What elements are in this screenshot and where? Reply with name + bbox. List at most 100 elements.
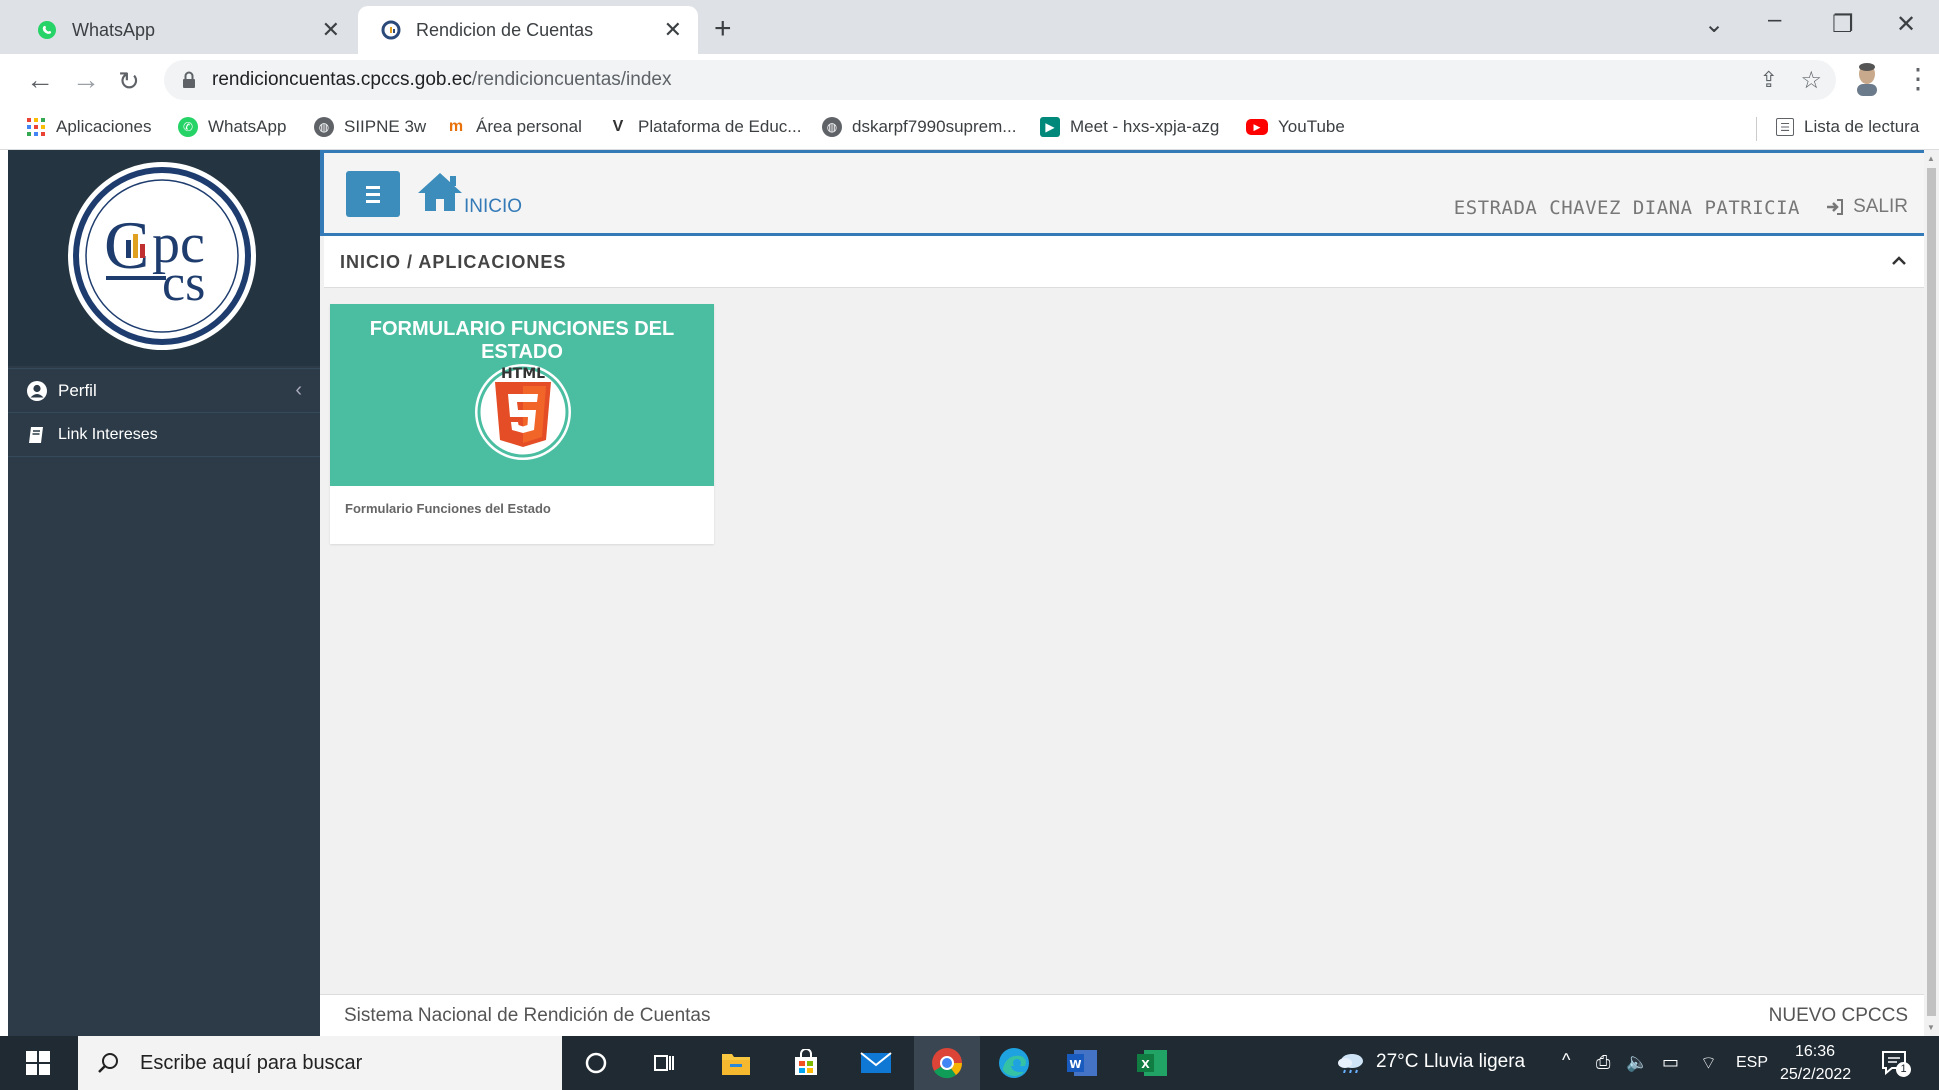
apps-grid-icon (27, 118, 45, 136)
breadcrumb-bar: INICIO / APLICACIONES (324, 236, 1928, 288)
weather-text: 27°C Lluvia ligera (1376, 1051, 1526, 1072)
page-footer: Sistema Nacional de Rendición de Cuentas… (320, 994, 1932, 1036)
logout-button[interactable]: SALIR (1825, 196, 1908, 218)
cortana-icon[interactable] (576, 1043, 616, 1083)
notification-badge: 1 (1896, 1062, 1911, 1077)
svg-text:W: W (1069, 1058, 1081, 1071)
globe-icon: ◍ (822, 117, 842, 137)
sign-out-icon (1827, 199, 1844, 215)
cpccs-logo[interactable]: C pc cs (66, 160, 258, 352)
page-scrollbar[interactable]: ▲ ▼ (1924, 150, 1939, 1036)
scroll-up-icon[interactable]: ▲ (1927, 154, 1935, 163)
bookmarks-bar: Aplicaciones ✆ WhatsApp ◍ SIIPNE 3w m Ár… (0, 106, 1939, 150)
chevron-up-icon[interactable] (1890, 252, 1908, 270)
forward-icon[interactable]: → (72, 64, 100, 96)
task-view-icon[interactable] (644, 1043, 684, 1083)
whatsapp-icon: ✆ (178, 117, 198, 137)
bookmark-apps[interactable]: Aplicaciones (26, 117, 151, 137)
svg-text:X: X (1141, 1058, 1150, 1071)
restore-icon[interactable]: ❐ (1832, 10, 1854, 39)
volume-icon[interactable]: 🔈 (1626, 1052, 1648, 1073)
app-page: C pc cs Perfil ‹ Link Intereses (8, 150, 1938, 1036)
footer-brand: NUEVO CPCCS (1768, 1005, 1908, 1026)
weather-widget[interactable]: 27°C Lluvia ligera (1336, 1051, 1525, 1073)
share-icon[interactable]: ⇪ (1760, 67, 1778, 93)
user-name: ESTRADA CHAVEZ DIANA PATRICIA (1453, 197, 1800, 219)
browser-menu-icon[interactable]: ⋮ (1904, 62, 1932, 95)
tab-search-icon[interactable]: ⌄ (1704, 10, 1724, 39)
tab-whatsapp[interactable]: WhatsApp ✕ (14, 6, 356, 54)
top-header: INICIO ESTRADA CHAVEZ DIANA PATRICIA SAL… (320, 150, 1932, 236)
clock-date: 25/2/2022 (1780, 1066, 1852, 1083)
file-explorer-icon[interactable] (716, 1043, 756, 1083)
bookmark-plataforma[interactable]: V Plataforma de Educ... (608, 117, 802, 137)
inicio-link[interactable]: INICIO (464, 196, 522, 218)
bookmark-label: SIIPNE 3w (344, 117, 427, 136)
window-close-icon[interactable]: ✕ (1896, 10, 1916, 39)
chrome-taskbar-icon[interactable] (914, 1036, 980, 1090)
tab-title: Rendicion de Cuentas (416, 19, 594, 40)
bookmark-star-icon[interactable]: ☆ (1800, 66, 1822, 95)
card-title: FORMULARIO FUNCIONES DEL ESTADO (369, 318, 675, 363)
bookmark-youtube[interactable]: ▶ YouTube (1246, 117, 1345, 137)
html5-icon: HTML (475, 364, 571, 460)
bookmark-label: Meet - hxs-xpja-azg (1070, 117, 1220, 136)
reload-icon[interactable]: ↻ (118, 66, 140, 97)
sidebar-item-link-intereses[interactable]: Link Intereses (8, 412, 320, 456)
url-host: rendicioncuentas.cpccs.gob.ec (212, 69, 472, 90)
close-tab-icon[interactable]: ✕ (664, 17, 682, 43)
taskbar-search-box[interactable]: Escribe aquí para buscar (78, 1036, 562, 1090)
bookmark-whatsapp[interactable]: ✆ WhatsApp (178, 117, 286, 137)
new-tab-button[interactable]: + (714, 12, 732, 46)
sidebar-item-label: Perfil (58, 380, 97, 400)
url-path: /rendicioncuentas/index (471, 69, 672, 90)
bookmark-label: WhatsApp (208, 117, 287, 136)
hamburger-menu-button[interactable] (346, 171, 400, 217)
search-placeholder: Escribe aquí para buscar (140, 1051, 363, 1074)
url-text: rendicioncuentas.cpccs.gob.ec/rendicionc… (212, 69, 671, 91)
wifi-icon[interactable]: ⌔ (1700, 1052, 1717, 1075)
microsoft-store-icon[interactable] (786, 1043, 826, 1083)
excel-icon[interactable]: X (1132, 1043, 1172, 1083)
bookmark-label: Plataforma de Educ... (638, 117, 802, 136)
bookmark-label: Área personal (476, 117, 582, 136)
back-icon[interactable]: ← (26, 64, 54, 96)
home-icon[interactable] (416, 171, 464, 213)
app-card-formulario[interactable]: FORMULARIO FUNCIONES DEL ESTADO HTML For… (330, 304, 714, 544)
scroll-down-icon[interactable]: ▼ (1927, 1023, 1935, 1032)
taskbar-clock[interactable]: 16:36 25/2/2022 (1780, 1040, 1852, 1086)
browser-nav-bar: ← → ↻ rendicioncuentas.cpccs.gob.ec/rend… (0, 54, 1939, 106)
reading-list-button[interactable]: ☰ Lista de lectura (1776, 117, 1919, 137)
bookmark-siipne[interactable]: ◍ SIIPNE 3w (314, 117, 426, 137)
cpccs-favicon-icon (380, 19, 402, 41)
clock-time: 16:36 (1794, 1043, 1836, 1060)
language-indicator[interactable]: ESP (1736, 1054, 1768, 1072)
breadcrumb: INICIO / APLICACIONES (340, 252, 567, 272)
battery-icon[interactable]: ▭ (1662, 1052, 1679, 1073)
minimize-icon[interactable]: – (1768, 6, 1781, 34)
mail-icon[interactable] (856, 1043, 896, 1083)
main-content: INICIO ESTRADA CHAVEZ DIANA PATRICIA SAL… (320, 150, 1932, 1036)
chevron-left-icon[interactable]: ‹ (295, 379, 302, 402)
tab-rendicion[interactable]: Rendicion de Cuentas ✕ (358, 6, 698, 54)
rain-cloud-icon (1338, 1054, 1363, 1073)
close-tab-icon[interactable]: ✕ (322, 17, 340, 43)
logout-label: SALIR (1853, 196, 1908, 217)
profile-avatar[interactable] (1852, 62, 1882, 96)
lock-icon (183, 71, 195, 88)
address-bar[interactable]: rendicioncuentas.cpccs.gob.ec/rendicionc… (164, 60, 1836, 100)
notifications-button[interactable]: 1 (1880, 1048, 1911, 1078)
bookmark-area-personal[interactable]: m Área personal (446, 117, 582, 137)
card-description: Formulario Funciones del Estado (345, 501, 551, 516)
sidebar-item-perfil[interactable]: Perfil ‹ (8, 368, 320, 412)
device-icon[interactable]: ⎙ (1596, 1052, 1610, 1073)
windows-start-icon[interactable] (26, 1051, 50, 1075)
edge-icon[interactable] (994, 1043, 1034, 1083)
tab-title: WhatsApp (72, 19, 156, 40)
bookmark-dskarpf[interactable]: ◍ dskarpf7990suprem... (822, 117, 1016, 137)
show-hidden-icons-icon[interactable]: ^ (1562, 1050, 1570, 1071)
bookmark-meet[interactable]: ▶ Meet - hxs-xpja-azg (1040, 117, 1219, 137)
bookmark-label: Aplicaciones (56, 117, 152, 136)
word-icon[interactable]: W (1062, 1043, 1102, 1083)
scroll-thumb[interactable] (1927, 168, 1936, 1016)
